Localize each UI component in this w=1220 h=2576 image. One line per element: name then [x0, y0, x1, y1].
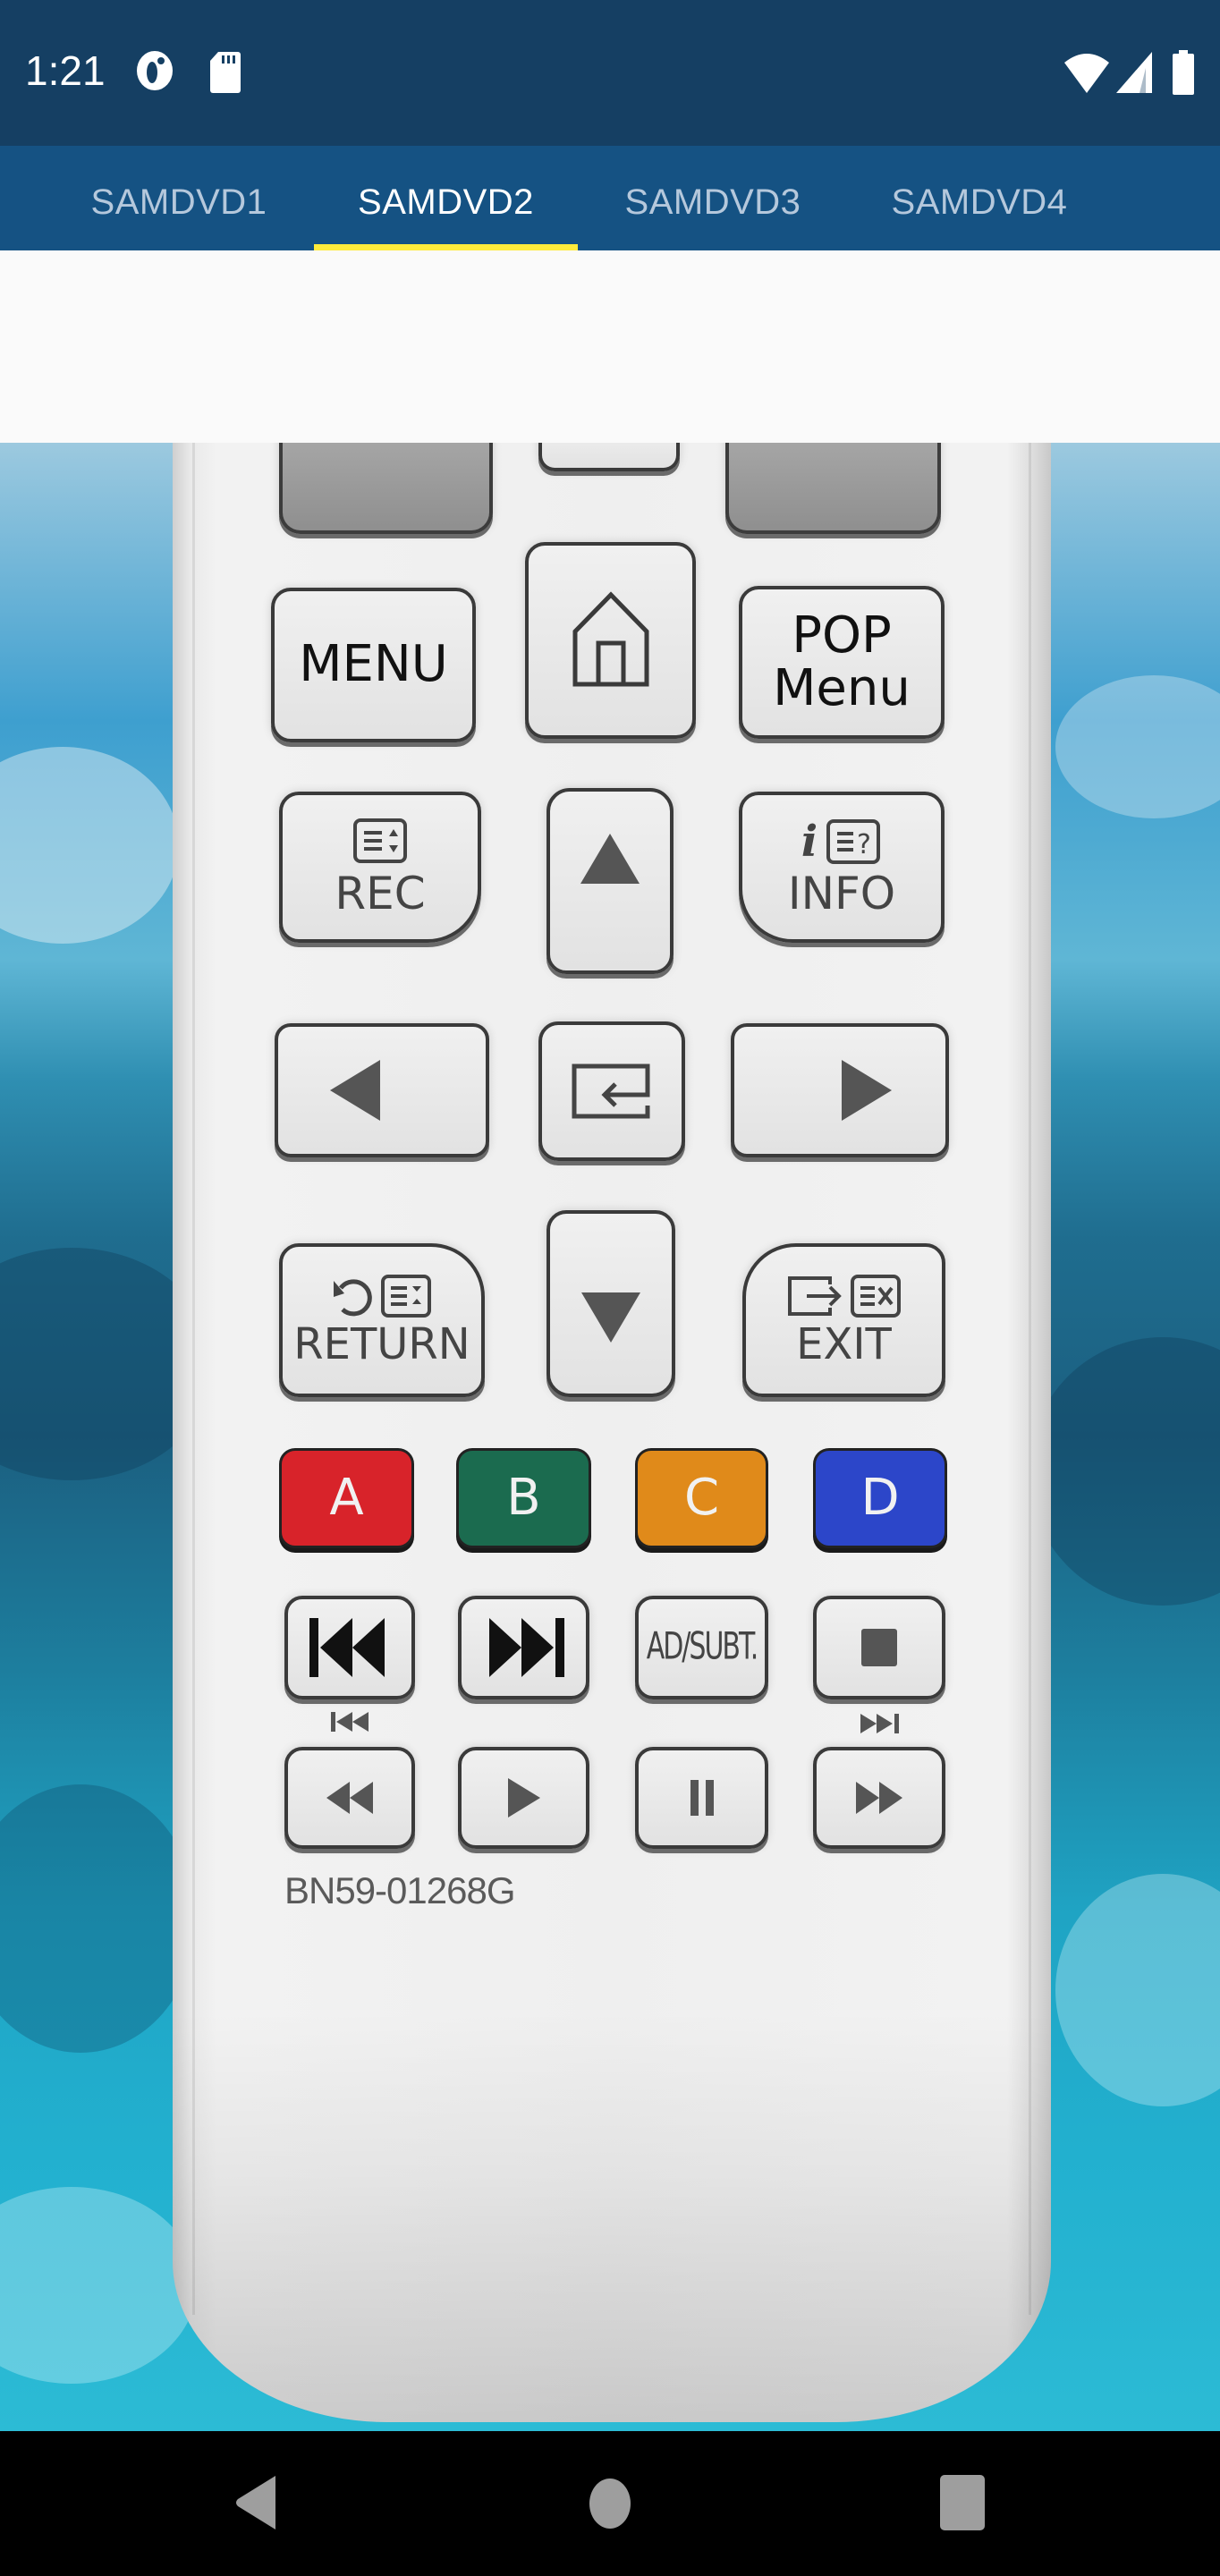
exit-button[interactable]: EXIT: [742, 1243, 945, 1397]
data-saver-icon: [137, 51, 173, 90]
exit-icon: [787, 1275, 842, 1316]
button-d-label: D: [860, 1468, 900, 1527]
cloud-shape: [1055, 675, 1220, 818]
yellow-c-button[interactable]: C: [635, 1448, 768, 1548]
nav-back-button[interactable]: [234, 2474, 277, 2531]
wifi-icon: [1064, 54, 1109, 93]
info-i-glyph: i: [801, 817, 818, 868]
right-arrow-icon: [842, 1060, 892, 1121]
status-bar: 1:21: [0, 0, 1220, 146]
pause-button[interactable]: [635, 1747, 768, 1849]
stop-button[interactable]: [813, 1596, 945, 1699]
navigation-bar: [0, 2431, 1220, 2576]
wave-shape: [1029, 1337, 1220, 1606]
green-b-button[interactable]: B: [456, 1448, 591, 1548]
nav-home-button[interactable]: [589, 2478, 631, 2529]
right-button[interactable]: [731, 1023, 949, 1157]
tab-bar: SAMDVD1 SAMDVD2 SAMDVD3 SAMDVD4: [0, 146, 1220, 250]
skip-previous-icon: [309, 1618, 385, 1677]
left-arrow-icon: [330, 1060, 380, 1121]
wave-shape: [0, 1784, 197, 2053]
left-button[interactable]: [275, 1023, 489, 1157]
up-button[interactable]: [546, 788, 674, 974]
return-button[interactable]: RETURN: [279, 1243, 485, 1397]
home-icon: [572, 591, 648, 687]
back-icon: [236, 2476, 275, 2529]
tab-samdvd3[interactable]: SAMDVD3: [588, 146, 838, 250]
play-icon: [507, 1778, 540, 1818]
down-arrow-icon: [581, 1292, 640, 1343]
rec-button[interactable]: REC: [279, 792, 481, 943]
menu-label: MENU: [299, 635, 448, 694]
pop-menu-button[interactable]: POP Menu: [739, 586, 945, 739]
return-guide-icon: [381, 1274, 431, 1318]
play-button[interactable]: [458, 1747, 589, 1849]
return-icon-group: [332, 1274, 432, 1318]
remote-shading: [173, 2011, 1051, 2422]
exit-guide-icon: [850, 1274, 901, 1318]
fast-forward-icon: [856, 1782, 902, 1814]
banner-overlay: [0, 250, 1220, 443]
home-button[interactable]: [525, 542, 696, 739]
red-a-button[interactable]: A: [279, 1448, 414, 1548]
enter-icon: [572, 1063, 650, 1119]
fast-forward-button[interactable]: [813, 1747, 945, 1849]
stop-icon: [861, 1629, 897, 1666]
blue-d-button[interactable]: D: [813, 1448, 947, 1548]
up-arrow-icon: [580, 834, 640, 884]
tab-indicator: [314, 244, 578, 250]
tab-samdvd1[interactable]: SAMDVD1: [54, 146, 304, 250]
top-left-partial-button[interactable]: [279, 428, 493, 534]
cloud-shape: [0, 747, 179, 944]
skip-next-icon: [488, 1618, 564, 1677]
previous-track-button[interactable]: [284, 1596, 415, 1699]
foam-shape: [1055, 1874, 1220, 2106]
sd-card-icon: [210, 52, 241, 93]
menu-button[interactable]: MENU: [271, 588, 476, 742]
ok-enter-button[interactable]: [538, 1021, 685, 1161]
foam-shape: [0, 2187, 197, 2384]
button-a-label: A: [329, 1468, 364, 1527]
pause-icon: [690, 1780, 714, 1816]
rec-guide-icon: [353, 818, 407, 864]
recents-icon: [940, 2475, 985, 2530]
pop-menu-line1: POP: [792, 606, 892, 665]
cell-signal-icon: [1116, 52, 1152, 93]
button-c-label: C: [683, 1468, 720, 1527]
skip-previous-small-icon: [331, 1712, 369, 1732]
info-label: INFO: [787, 868, 896, 920]
button-b-label: B: [506, 1468, 541, 1527]
return-icon: [334, 1279, 372, 1317]
battery-icon: [1173, 50, 1194, 95]
nav-recents-button[interactable]: [939, 2474, 986, 2531]
rewind-icon: [326, 1782, 373, 1814]
return-label: RETURN: [293, 1318, 470, 1369]
down-button[interactable]: [546, 1210, 675, 1397]
status-time: 1:21: [25, 47, 106, 94]
ad-subtitle-button[interactable]: AD/SUBT.: [635, 1596, 768, 1699]
info-button[interactable]: i ? INFO: [739, 792, 945, 943]
home-circle-icon: [589, 2479, 631, 2529]
top-right-partial-button[interactable]: [725, 428, 941, 534]
skip-next-small-icon: [860, 1714, 899, 1733]
svg-text:?: ?: [857, 829, 871, 860]
exit-icon-group: [787, 1274, 902, 1318]
rec-label: REC: [335, 868, 426, 920]
tab-samdvd2[interactable]: SAMDVD2: [314, 146, 578, 250]
exit-label: EXIT: [796, 1318, 892, 1369]
pop-menu-line2: Menu: [773, 658, 911, 717]
info-icon-group: i ?: [801, 817, 882, 867]
ad-subt-label: AD/SUBT.: [646, 1625, 759, 1670]
tab-samdvd4[interactable]: SAMDVD4: [854, 146, 1105, 250]
rewind-button[interactable]: [284, 1747, 415, 1849]
next-track-button[interactable]: [458, 1596, 589, 1699]
model-number: BN59-01268G: [284, 1869, 516, 1911]
info-guide-icon: ?: [826, 819, 881, 865]
